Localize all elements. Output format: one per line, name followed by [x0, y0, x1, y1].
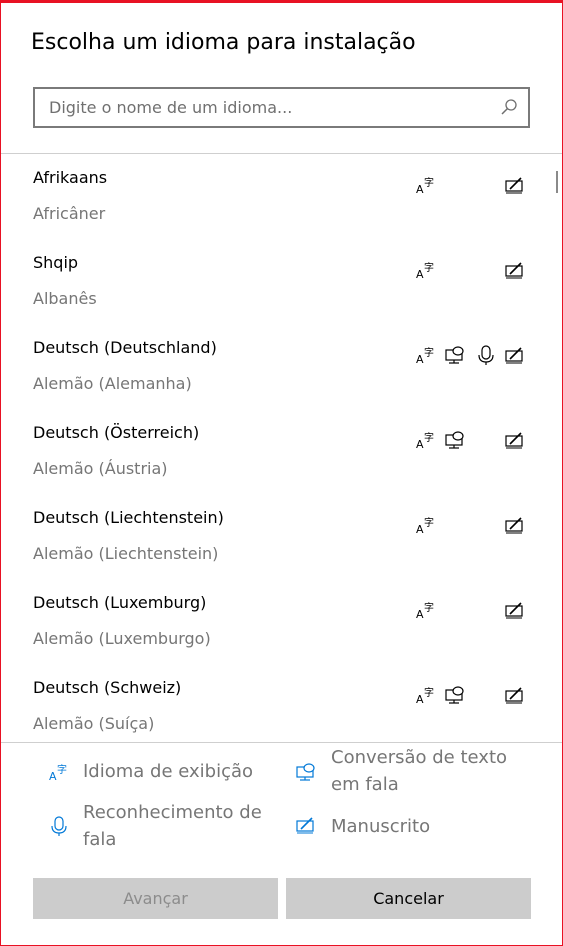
svg-text:字: 字 [424, 431, 434, 444]
search-box[interactable] [33, 87, 530, 128]
handwriting-icon [504, 599, 526, 621]
legend-handwriting: Manuscrito [331, 816, 431, 837]
language-native-name: Deutsch (Luxemburg) [33, 593, 207, 612]
language-translated-name: Alemão (Áustria) [33, 459, 168, 478]
display-language-icon: A字 [415, 344, 437, 366]
language-row[interactable]: Shqip Albanês A字 [1, 239, 562, 324]
svg-text:字: 字 [424, 516, 434, 529]
language-native-name: Deutsch (Deutschland) [33, 338, 217, 357]
legend-speech-recognition: Reconhecimento de fala [83, 799, 262, 853]
handwriting-icon [504, 514, 526, 536]
text-to-speech-icon [444, 344, 466, 366]
cancel-button[interactable]: Cancelar [286, 878, 531, 919]
handwriting-icon [504, 684, 526, 706]
svg-text:A: A [416, 353, 424, 366]
dialog-title: Escolha um idioma para instalação [31, 30, 416, 55]
language-translated-name: Africâner [33, 204, 106, 223]
svg-text:字: 字 [424, 261, 434, 274]
list-scrollbar-thumb[interactable] [556, 171, 558, 193]
language-native-name: Deutsch (Schweiz) [33, 678, 182, 697]
language-translated-name: Albanês [33, 289, 97, 308]
svg-text:字: 字 [424, 346, 434, 359]
language-row[interactable]: Deutsch (Deutschland) Alemão (Alemanha) … [1, 324, 562, 409]
handwriting-icon [504, 429, 526, 451]
legend-speech-recognition-line1: Reconhecimento de [83, 802, 262, 823]
language-row[interactable]: Deutsch (Liechtenstein) Alemão (Liechten… [1, 494, 562, 579]
display-language-icon: A字 [415, 174, 437, 196]
language-native-name: Deutsch (Österreich) [33, 423, 200, 442]
language-native-name: Deutsch (Liechtenstein) [33, 508, 224, 527]
language-row[interactable]: Deutsch (Luxemburg) Alemão (Luxemburgo) … [1, 579, 562, 664]
svg-text:A: A [416, 523, 424, 536]
legend-text-to-speech-line2: em fala [331, 774, 399, 795]
handwriting-icon [504, 344, 526, 366]
display-language-icon: A字 [415, 599, 437, 621]
handwriting-icon [504, 174, 526, 196]
handwriting-legend-icon [295, 814, 317, 836]
legend-speech-recognition-line2: fala [83, 829, 117, 850]
svg-text:字: 字 [424, 176, 434, 189]
language-translated-name: Alemão (Suíça) [33, 714, 155, 733]
display-language-icon: A字 [415, 259, 437, 281]
speech-recognition-icon [475, 344, 497, 366]
language-native-name: Shqip [33, 253, 79, 272]
language-list[interactable]: Afrikaans Africâner A字 Shqip Albanês A字 … [1, 154, 562, 742]
list-bottom-divider [1, 742, 562, 743]
search-icon[interactable] [500, 98, 518, 116]
text-to-speech-icon [444, 684, 466, 706]
display-language-icon: A字 [415, 514, 437, 536]
text-to-speech-icon [444, 429, 466, 451]
svg-text:A: A [416, 608, 424, 621]
speech-recognition-legend-icon [48, 815, 70, 837]
svg-text:A: A [49, 770, 57, 783]
search-input[interactable] [49, 89, 489, 126]
next-button[interactable]: Avançar [33, 878, 278, 919]
svg-text:字: 字 [57, 763, 67, 776]
display-language-icon: A字 [415, 429, 437, 451]
display-language-icon: A字 [415, 684, 437, 706]
display-language-legend-icon: A字 [48, 761, 70, 783]
text-to-speech-legend-icon [295, 761, 317, 783]
language-translated-name: Alemão (Alemanha) [33, 374, 192, 393]
language-install-dialog: Escolha um idioma para instalação Afrika… [0, 0, 563, 946]
svg-text:A: A [416, 183, 424, 196]
language-row[interactable]: Deutsch (Schweiz) Alemão (Suíça) A字 [1, 664, 562, 742]
legend-text-to-speech-line1: Conversão de texto [331, 747, 508, 768]
language-row[interactable]: Afrikaans Africâner A字 [1, 154, 562, 239]
legend-text-to-speech: Conversão de texto em fala [331, 744, 507, 798]
handwriting-icon [504, 259, 526, 281]
svg-text:字: 字 [424, 686, 434, 699]
svg-text:A: A [416, 438, 424, 451]
language-translated-name: Alemão (Luxemburgo) [33, 629, 211, 648]
language-translated-name: Alemão (Liechtenstein) [33, 544, 219, 563]
language-row[interactable]: Deutsch (Österreich) Alemão (Áustria) A字 [1, 409, 562, 494]
language-native-name: Afrikaans [33, 168, 108, 187]
svg-text:字: 字 [424, 601, 434, 614]
svg-text:A: A [416, 693, 424, 706]
svg-text:A: A [416, 268, 424, 281]
legend-display-language: Idioma de exibição [83, 761, 254, 782]
